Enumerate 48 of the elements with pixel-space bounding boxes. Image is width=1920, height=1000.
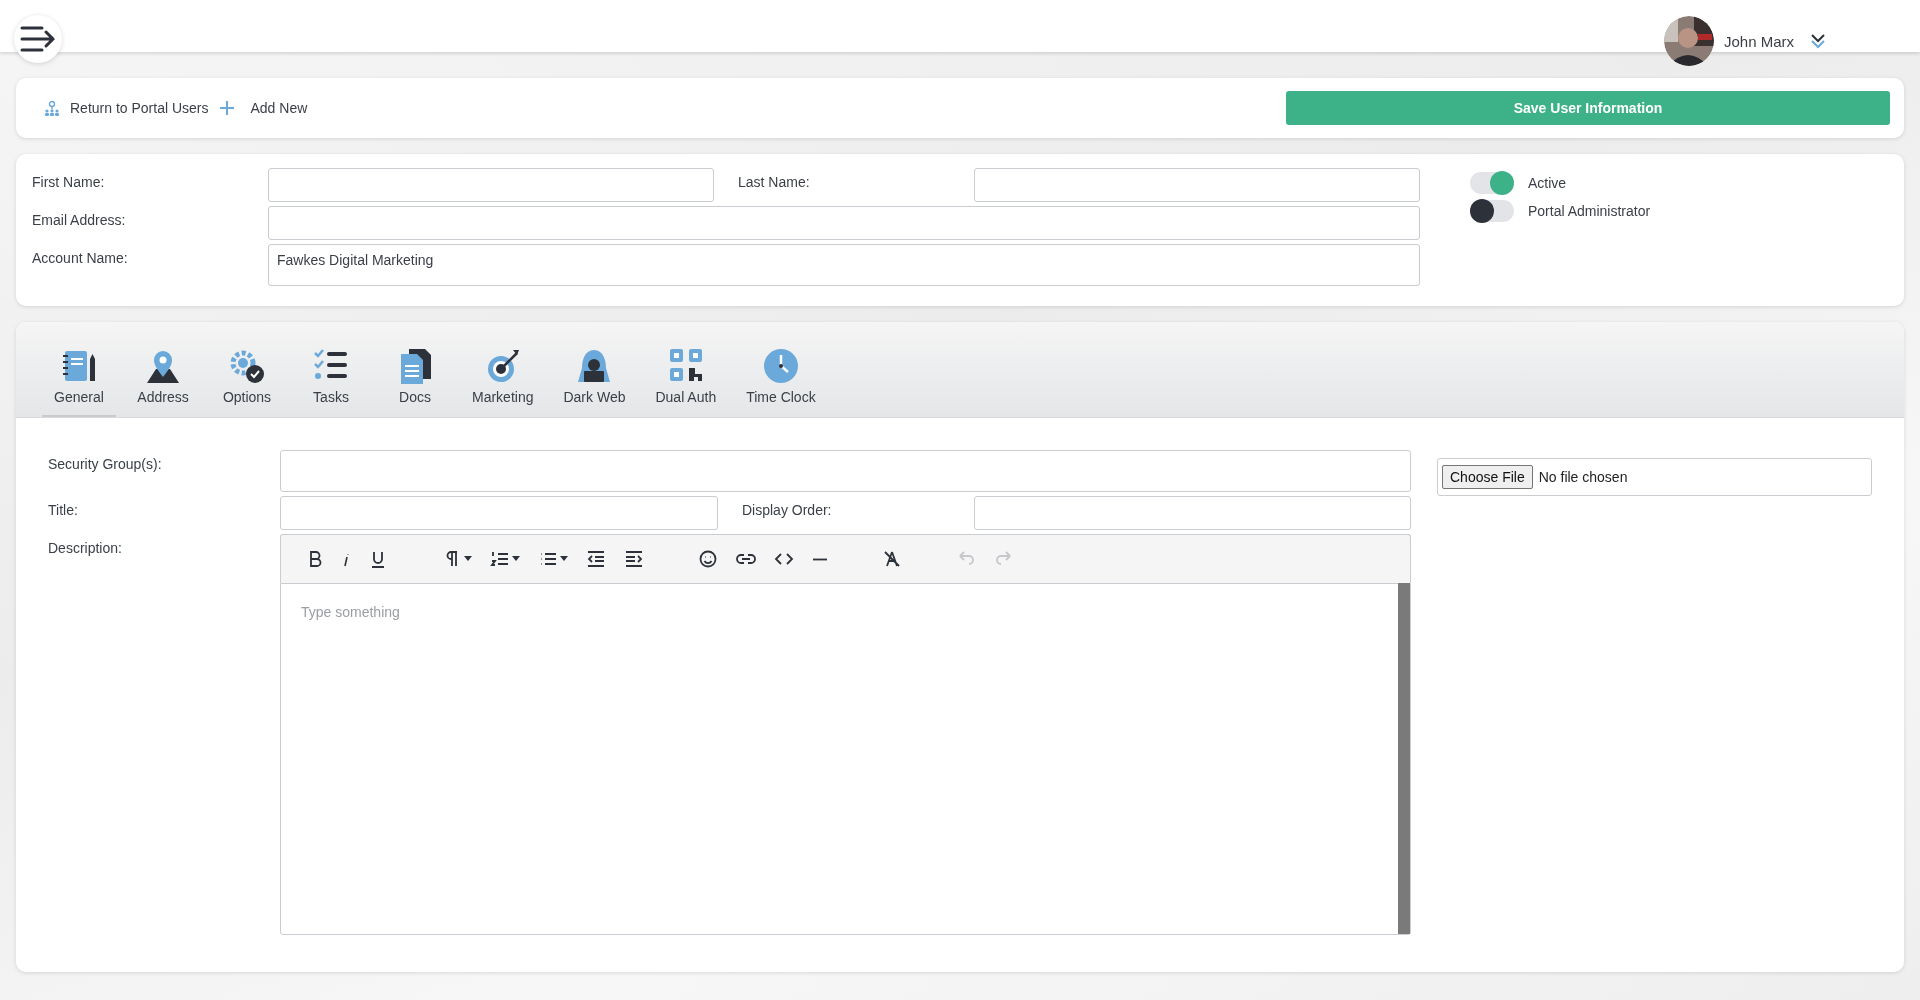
- indent-icon: [624, 549, 644, 569]
- toggle-switch[interactable]: [1470, 200, 1514, 222]
- clear-format-icon: [882, 549, 902, 569]
- field-label: Last Name:: [737, 173, 811, 192]
- user-name[interactable]: John Marx: [1723, 32, 1794, 50]
- input-field[interactable]: Fawkes Digital Marketing: [268, 244, 1420, 286]
- caret-icon: [560, 556, 568, 562]
- horizontal-rule-icon: [812, 557, 828, 561]
- tab[interactable]: Marketing: [462, 347, 544, 417]
- choose-file-button[interactable]: Choose File: [1442, 465, 1533, 489]
- file-status: No file chosen: [1538, 469, 1628, 485]
- caret-icon: [512, 556, 520, 562]
- field-label: Title:: [48, 501, 79, 520]
- tab[interactable]: Docs: [378, 347, 452, 417]
- file-input[interactable]: Choose File No file chosen: [1437, 458, 1872, 496]
- tab[interactable]: Dark Web: [553, 347, 636, 417]
- field-label: First Name:: [32, 173, 106, 192]
- tab[interactable]: Tasks: [294, 347, 368, 417]
- tab[interactable]: General: [42, 347, 116, 417]
- input-field[interactable]: [268, 168, 714, 202]
- double-chevron-icon[interactable]: [1810, 33, 1826, 49]
- tab[interactable]: Address: [126, 347, 200, 417]
- toggle-label: Portal Administrator: [1528, 203, 1651, 219]
- toggle-label: Active: [1528, 175, 1567, 191]
- smiley-icon: [698, 549, 718, 569]
- caret-icon: [464, 556, 472, 562]
- tab[interactable]: Time Clock: [736, 347, 826, 417]
- input-field[interactable]: [280, 450, 1411, 492]
- scrollbar[interactable]: [1398, 583, 1410, 934]
- field-label: Account Name:: [32, 249, 129, 268]
- numbered-list-icon: [490, 549, 510, 569]
- tab[interactable]: Dual Auth: [645, 347, 727, 417]
- add-new-link[interactable]: Add New: [250, 100, 308, 116]
- input-field[interactable]: [268, 206, 1420, 240]
- description-field[interactable]: Type something: [280, 583, 1411, 935]
- field-label: Security Group(s):: [48, 455, 163, 474]
- field-label: Display Order:: [741, 501, 833, 520]
- toggle-switch[interactable]: [1470, 172, 1514, 194]
- field-label: Description:: [48, 539, 123, 558]
- tab[interactable]: Options: [210, 347, 284, 417]
- input-field[interactable]: [974, 496, 1411, 530]
- return-link[interactable]: Return to Portal Users: [70, 100, 209, 116]
- menu-button[interactable]: [14, 15, 62, 63]
- users-icon: [44, 100, 60, 116]
- input-field[interactable]: [974, 168, 1420, 202]
- outdent-icon: [586, 549, 606, 569]
- input-field[interactable]: [280, 496, 718, 530]
- field-label: Email Address:: [32, 211, 127, 230]
